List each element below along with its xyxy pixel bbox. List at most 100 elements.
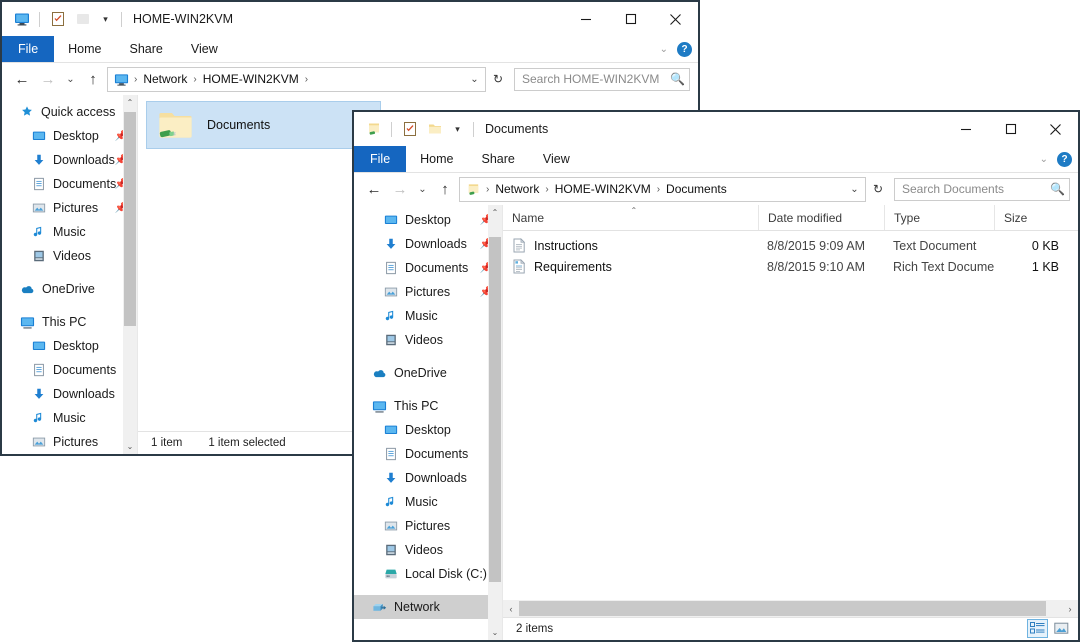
scroll-down-chevron-down-icon[interactable]: ⌄ <box>123 439 137 454</box>
minimize-button[interactable] <box>563 2 608 36</box>
file-list-details-view[interactable]: Instructions 8/8/2015 9:09 AM Text Docum… <box>503 231 1078 600</box>
sidebar-item-videos[interactable]: Videos <box>354 328 502 352</box>
scrollbar-thumb[interactable] <box>124 112 136 326</box>
search-icon[interactable]: 🔍 <box>670 72 685 86</box>
minimize-button[interactable] <box>943 112 988 146</box>
sidebar-item-thispc-documents[interactable]: Documents <box>2 358 137 382</box>
search-icon[interactable]: 🔍 <box>1050 182 1065 196</box>
expand-ribbon-chevron-down-icon[interactable]: ⌄ <box>660 44 668 55</box>
details-view-icon[interactable] <box>1027 619 1048 638</box>
breadcrumb[interactable]: › Network › HOME-WIN2KVM › ⌄ <box>107 66 486 92</box>
cell-name[interactable]: Instructions <box>503 238 758 253</box>
sidebar-item-thispc-desktop[interactable]: Desktop <box>354 418 502 442</box>
sidebar-item-desktop[interactable]: Desktop 📌 <box>354 208 502 232</box>
sidebar-item-thispc-downloads[interactable]: Downloads <box>354 466 502 490</box>
tab-view[interactable]: View <box>177 36 232 62</box>
navigation-pane-scrollbar[interactable]: ⌃ ⌄ <box>123 95 137 454</box>
sidebar-item-thispc-desktop[interactable]: Desktop <box>2 334 137 358</box>
sidebar-item-thispc-music[interactable]: Music <box>2 406 137 430</box>
sidebar-item-thispc-videos[interactable]: Videos <box>354 538 502 562</box>
recent-locations-button[interactable]: ⌄ <box>414 177 431 201</box>
navigation-pane[interactable]: Quick access Desktop 📌 Downloads 📌 Docum… <box>2 95 137 454</box>
properties-checklist-icon[interactable] <box>48 10 67 29</box>
tab-view[interactable]: View <box>529 146 584 172</box>
hscrollbar-track[interactable] <box>519 600 1062 617</box>
sidebar-item-pictures[interactable]: Pictures 📌 <box>2 196 137 220</box>
address-bar[interactable]: ← → ⌄ ↑ › Network › HOME-WIN2KVM › ⌄ ↻ S… <box>2 63 698 95</box>
sidebar-item-thispc-pictures[interactable]: Pictures <box>2 430 137 454</box>
view-mode-buttons[interactable] <box>1027 619 1072 638</box>
large-icons-view-icon[interactable] <box>1051 619 1072 638</box>
ribbon-tabs[interactable]: File Home Share View ⌄ ? <box>354 146 1078 173</box>
breadcrumb-item-documents[interactable]: Documents <box>663 182 730 196</box>
sidebar-item-local-disk-c[interactable]: Local Disk (C:) <box>354 562 502 586</box>
maximize-button[interactable] <box>608 2 653 36</box>
forward-button[interactable]: → <box>388 177 412 201</box>
sidebar-item-documents[interactable]: Documents 📌 <box>354 256 502 280</box>
table-row[interactable]: Requirements 8/8/2015 9:10 AM Rich Text … <box>503 256 1078 277</box>
close-button[interactable] <box>1033 112 1078 146</box>
sidebar-item-downloads[interactable]: Downloads 📌 <box>354 232 502 256</box>
scroll-up-chevron-up-icon[interactable]: ⌃ <box>488 205 502 220</box>
cell-name[interactable]: Requirements <box>503 259 758 274</box>
sidebar-group-this-pc[interactable]: This PC <box>354 394 502 418</box>
up-button[interactable]: ↑ <box>81 67 105 91</box>
properties-checklist-icon[interactable] <box>400 120 419 139</box>
address-bar[interactable]: ← → ⌄ ↑ › Network › HOME-WIN2KVM › Docum… <box>354 173 1078 205</box>
expand-ribbon-chevron-down-icon[interactable]: ⌄ <box>1040 154 1048 165</box>
scrollbar-thumb[interactable] <box>489 237 501 582</box>
address-dropdown-chevron-down-icon[interactable]: ⌄ <box>846 184 863 195</box>
new-folder-icon[interactable] <box>425 120 444 139</box>
help-icon[interactable]: ? <box>1057 151 1072 167</box>
tab-home[interactable]: Home <box>54 36 115 62</box>
scroll-up-chevron-up-icon[interactable]: ⌃ <box>123 95 137 110</box>
quick-access-toolbar[interactable]: ▾ <box>2 10 124 29</box>
column-header-name[interactable]: ⌃ Name <box>503 205 758 230</box>
quick-access-toolbar[interactable]: ▾ <box>354 120 476 139</box>
up-button[interactable]: ↑ <box>433 177 457 201</box>
tab-share[interactable]: Share <box>116 36 177 62</box>
sidebar-item-documents[interactable]: Documents 📌 <box>2 172 137 196</box>
refresh-icon[interactable]: ↻ <box>868 182 888 196</box>
customize-quick-access-chevron-down-icon[interactable]: ▾ <box>98 10 113 29</box>
scroll-left-chevron-left-icon[interactable]: ‹ <box>503 600 519 617</box>
sidebar-item-thispc-downloads[interactable]: Downloads <box>2 382 137 406</box>
refresh-icon[interactable]: ↻ <box>488 72 508 86</box>
back-button[interactable]: ← <box>362 177 386 201</box>
scrollbar-track[interactable] <box>123 110 137 439</box>
new-folder-icon[interactable] <box>73 10 92 29</box>
column-header-date-modified[interactable]: Date modified <box>758 205 884 230</box>
search-input[interactable]: Search Documents 🔍 <box>894 177 1070 201</box>
scroll-down-chevron-down-icon[interactable]: ⌄ <box>488 625 502 640</box>
explorer-window-documents[interactable]: ▾ Documents File Home Share View ⌄ ? ← → <box>352 110 1080 642</box>
sidebar-item-music[interactable]: Music <box>354 304 502 328</box>
sidebar-item-downloads[interactable]: Downloads 📌 <box>2 148 137 172</box>
breadcrumb-item-home-win2kvm[interactable]: HOME-WIN2KVM <box>552 182 654 196</box>
sidebar-item-videos[interactable]: Videos <box>2 244 137 268</box>
address-dropdown-chevron-down-icon[interactable]: ⌄ <box>466 74 483 85</box>
sidebar-group-onedrive[interactable]: OneDrive <box>2 277 137 301</box>
horizontal-scrollbar[interactable]: ‹ › <box>503 600 1078 617</box>
sidebar-item-thispc-music[interactable]: Music <box>354 490 502 514</box>
caption-buttons[interactable] <box>563 2 698 36</box>
caption-buttons[interactable] <box>943 112 1078 146</box>
monitor-icon[interactable] <box>12 10 31 29</box>
close-button[interactable] <box>653 2 698 36</box>
sidebar-item-network[interactable]: Network <box>354 595 502 619</box>
file-item-documents[interactable]: Documents <box>146 101 381 149</box>
breadcrumb-root-monitor-icon[interactable] <box>112 72 131 87</box>
navigation-pane-scrollbar[interactable]: ⌃ ⌄ <box>488 205 502 640</box>
hscrollbar-thumb[interactable] <box>519 601 1046 616</box>
breadcrumb-item-home-win2kvm[interactable]: HOME-WIN2KVM <box>200 72 302 86</box>
column-header-type[interactable]: Type <box>884 205 994 230</box>
scrollbar-track[interactable] <box>488 220 502 625</box>
help-icon[interactable]: ? <box>677 41 692 57</box>
sidebar-item-desktop[interactable]: Desktop 📌 <box>2 124 137 148</box>
table-row[interactable]: Instructions 8/8/2015 9:09 AM Text Docum… <box>503 235 1078 256</box>
sidebar-item-thispc-documents[interactable]: Documents <box>354 442 502 466</box>
sidebar-group-this-pc[interactable]: This PC <box>2 310 137 334</box>
breadcrumb-item-network[interactable]: Network <box>492 182 542 196</box>
forward-button[interactable]: → <box>36 67 60 91</box>
recent-locations-button[interactable]: ⌄ <box>62 67 79 91</box>
breadcrumb-root-shared-folder-icon[interactable] <box>464 182 483 197</box>
